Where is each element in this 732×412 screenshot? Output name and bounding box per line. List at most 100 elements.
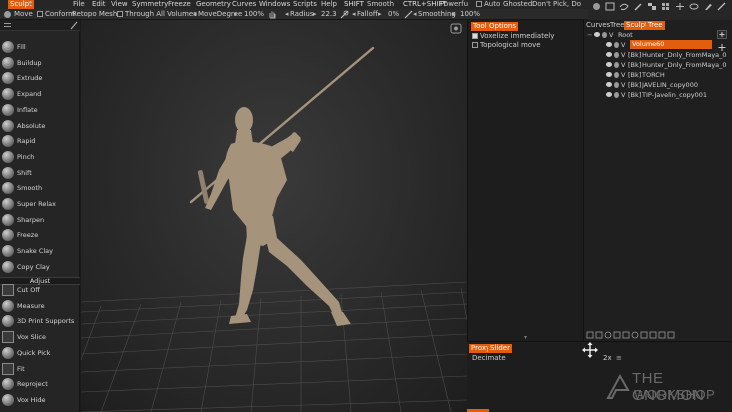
topological-move-checkbox[interactable]: Topological move	[472, 41, 541, 50]
tree-root[interactable]: − V Root	[584, 30, 732, 40]
decimate-slider-icon[interactable]: ≡	[616, 354, 622, 363]
tool-sharpen[interactable]: Sharpen	[0, 213, 78, 228]
tool-absolute[interactable]: Absolute	[0, 119, 78, 134]
lock-icon[interactable]	[614, 72, 619, 78]
tab-curves[interactable]: Curves	[586, 21, 610, 30]
radius-value[interactable]: 22.3	[321, 9, 337, 20]
tool-measure[interactable]: Measure	[0, 299, 78, 314]
tool-cut-off[interactable]: Cut Off	[0, 283, 78, 298]
tree-item[interactable]: V [Bk] Hunter_Dnly_FromMaya_0	[584, 50, 732, 60]
tool-fill[interactable]: Fill	[0, 40, 78, 55]
radius-right-arrow-icon[interactable]: ▸	[313, 9, 317, 20]
eye-icon[interactable]	[606, 72, 612, 77]
menu-scripts[interactable]: Scripts	[293, 0, 317, 9]
tool-3d-print-supports[interactable]: 3D Print Supports	[0, 314, 78, 329]
falloff-right-arrow-icon[interactable]: ▸	[378, 9, 382, 20]
eye-icon[interactable]	[606, 82, 612, 87]
tab-tool[interactable]: Tool	[471, 22, 489, 31]
menu-windows[interactable]: Windows	[259, 0, 290, 9]
retopo-mesh-label[interactable]: Retopo Mesh	[72, 9, 117, 20]
conform-checkbox[interactable]: Conform	[37, 9, 75, 20]
lock-icon[interactable]	[602, 32, 607, 38]
tool-freeze[interactable]: Freeze	[0, 228, 78, 243]
falloff-value[interactable]: 0%	[388, 9, 399, 20]
ctrl-shift-brush-select[interactable]: Powerfu	[440, 0, 468, 9]
tool-super-relax[interactable]: Super Relax	[0, 197, 78, 212]
move-degree-value[interactable]: 100%	[244, 9, 264, 20]
tab-curves-tree[interactable]: Tree	[610, 21, 625, 30]
menu-file[interactable]: File	[73, 0, 85, 9]
move-degree-right-arrow-icon[interactable]: ▸	[234, 9, 238, 20]
grid-icon[interactable]	[661, 2, 671, 11]
lock-icon[interactable]	[614, 52, 619, 58]
auto-checkbox[interactable]: Auto	[476, 0, 500, 9]
pen-icon[interactable]	[717, 2, 727, 11]
shift-brush-select[interactable]: Smooth	[367, 0, 394, 9]
lock-icon[interactable]	[614, 82, 619, 88]
menu-curves[interactable]: Curves	[232, 0, 256, 9]
eye-icon[interactable]	[606, 42, 612, 47]
menu-symmetry[interactable]: Symmetry	[132, 0, 168, 9]
tree-item[interactable]: V [Bk] JAVELIN_copy000	[584, 80, 732, 90]
tool-shift[interactable]: Shift	[0, 166, 78, 181]
tree-action-icons[interactable]	[586, 331, 675, 339]
move-degree-arrow-icon[interactable]: ◂	[193, 9, 197, 20]
tab-sculpt-tree[interactable]: Tree	[646, 21, 665, 30]
menu-freeze[interactable]: Freeze	[168, 0, 191, 9]
pen-tool-icon[interactable]	[70, 21, 78, 30]
radius-arrow-icon[interactable]: ◂	[285, 9, 289, 20]
eye-icon[interactable]	[594, 32, 600, 37]
tool-vox-hide[interactable]: Vox Hide	[0, 393, 78, 408]
tool-smooth[interactable]: Smooth	[0, 181, 78, 196]
ghosted-select[interactable]: Don't Pick, Do	[532, 0, 581, 9]
menu-view[interactable]: View	[111, 0, 128, 9]
tool-vox-slice[interactable]: Vox Slice	[0, 330, 78, 345]
tool-reproject[interactable]: Reproject	[0, 377, 78, 392]
voxelize-checkbox[interactable]: Voxelize immediately	[472, 32, 554, 41]
tool-rapid[interactable]: Rapid	[0, 134, 78, 149]
tree-item[interactable]: V [Bk] TORCH	[584, 70, 732, 80]
tab-slider[interactable]: Slider	[488, 344, 512, 353]
collapse-icon[interactable]: −	[587, 30, 592, 40]
tool-extrude[interactable]: Extrude	[0, 71, 78, 86]
menu-icon[interactable]	[3, 21, 12, 30]
tool-quick-pick[interactable]: Quick Pick	[0, 346, 78, 361]
camera-icon[interactable]	[450, 23, 462, 34]
tool-buildup[interactable]: Buildup	[0, 56, 78, 71]
tool-snake-clay[interactable]: Snake Clay	[0, 244, 78, 259]
eye-icon[interactable]	[606, 62, 612, 67]
tree-item[interactable]: V [Bk] Hunter_Dnly_FromMaya_0	[584, 60, 732, 70]
move-tool-label[interactable]: Move	[14, 9, 33, 20]
tab-options[interactable]: Options	[487, 22, 519, 31]
menu-edit[interactable]: Edit	[92, 0, 106, 9]
tool-copy-clay[interactable]: Copy Clay	[0, 260, 78, 275]
link-icon[interactable]	[689, 2, 699, 11]
checker-icon[interactable]	[647, 2, 657, 11]
through-all-volumes-checkbox[interactable]: Through All Volumes	[117, 9, 197, 20]
falloff-arrow-icon[interactable]: ◂	[352, 9, 356, 20]
transform-icon[interactable]	[675, 2, 685, 11]
brush-icon[interactable]	[703, 2, 713, 11]
tree-item[interactable]: V [Bk] TIP-Javelin_copy001	[584, 90, 732, 100]
menu-help[interactable]: Help	[321, 0, 337, 9]
eye-icon[interactable]	[606, 92, 612, 97]
sphere-icon[interactable]	[592, 2, 601, 11]
menu-geometry[interactable]: Geometry	[196, 0, 231, 9]
lock-icon[interactable]	[614, 42, 619, 48]
3d-viewport[interactable]	[81, 20, 467, 412]
smoothing-value[interactable]: 100%	[460, 9, 480, 20]
tool-expand[interactable]: Expand	[0, 87, 78, 102]
decimate-value[interactable]: 2x	[603, 354, 612, 363]
tool-inflate[interactable]: Inflate	[0, 103, 78, 118]
viewport-canvas[interactable]	[81, 20, 467, 412]
lock-icon[interactable]	[614, 92, 619, 98]
smoothing-right-arrow-icon[interactable]: ▸	[452, 9, 456, 20]
eye-icon[interactable]	[606, 52, 612, 57]
lock-icon[interactable]	[614, 62, 619, 68]
tree-item[interactable]: V Volume60	[584, 40, 732, 50]
lasso-icon[interactable]	[619, 2, 629, 11]
smoothing-arrow-icon[interactable]: ◂	[413, 9, 417, 20]
paint-icon[interactable]	[633, 2, 643, 11]
select-rect-icon[interactable]	[605, 2, 615, 11]
chevron-down-icon[interactable]: ▾	[28, 0, 32, 9]
